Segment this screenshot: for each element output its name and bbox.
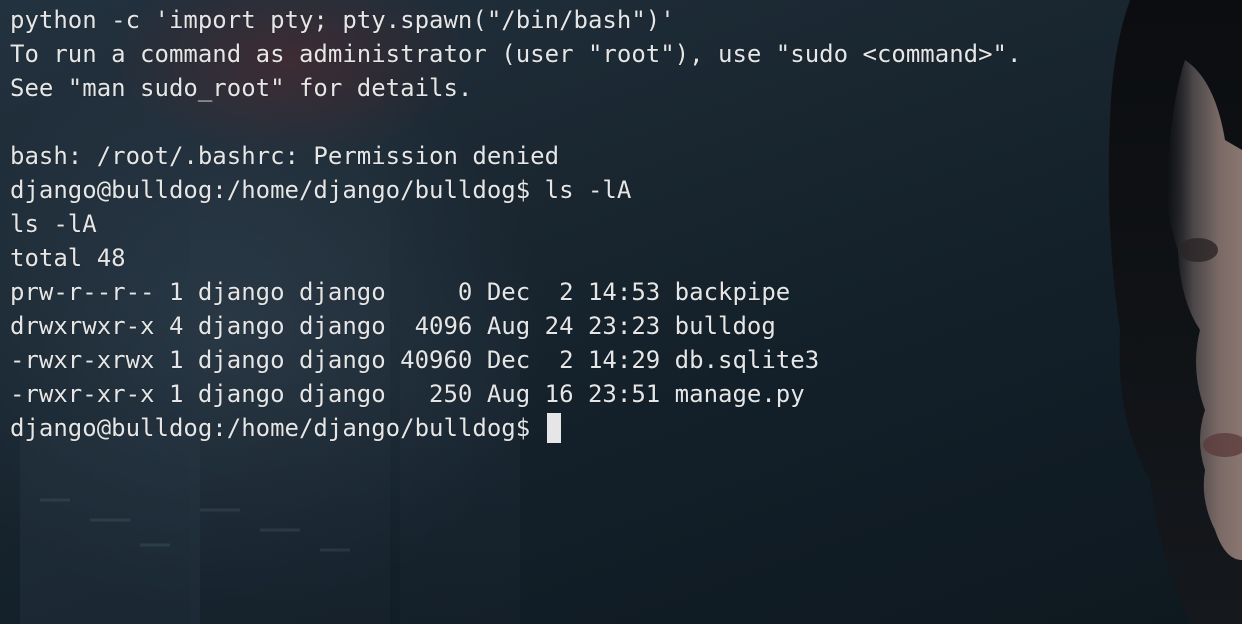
terminal-line: To run a command as administrator (user …	[10, 40, 1022, 68]
terminal-prompt-line[interactable]: django@bulldog:/home/django/bulldog$	[10, 411, 1021, 445]
terminal-line: ls -lA	[10, 210, 97, 238]
terminal-line: python -c 'import pty; pty.spawn("/bin/b…	[10, 6, 675, 34]
text-cursor	[546, 413, 561, 443]
terminal-window[interactable]: python -c 'import pty; pty.spawn("/bin/b…	[0, 0, 1242, 624]
shell-prompt: django@bulldog:/home/django/bulldog$	[10, 414, 545, 442]
terminal-line: See "man sudo_root" for details.	[10, 74, 473, 102]
terminal-line: drwxrwxr-x 4 django django 4096 Aug 24 2…	[10, 312, 776, 340]
terminal-line: django@bulldog:/home/django/bulldog$ ls …	[10, 176, 632, 204]
terminal-line: total 48	[10, 244, 126, 272]
terminal-line: -rwxr-xrwx 1 django django 40960 Dec 2 1…	[10, 346, 820, 374]
terminal-line: prw-r--r-- 1 django django 0 Dec 2 14:53…	[10, 278, 791, 306]
terminal-line: -rwxr-xr-x 1 django django 250 Aug 16 23…	[10, 380, 805, 408]
terminal-output[interactable]: python -c 'import pty; pty.spawn("/bin/b…	[10, 3, 1021, 445]
terminal-line: bash: /root/.bashrc: Permission denied	[10, 142, 560, 170]
